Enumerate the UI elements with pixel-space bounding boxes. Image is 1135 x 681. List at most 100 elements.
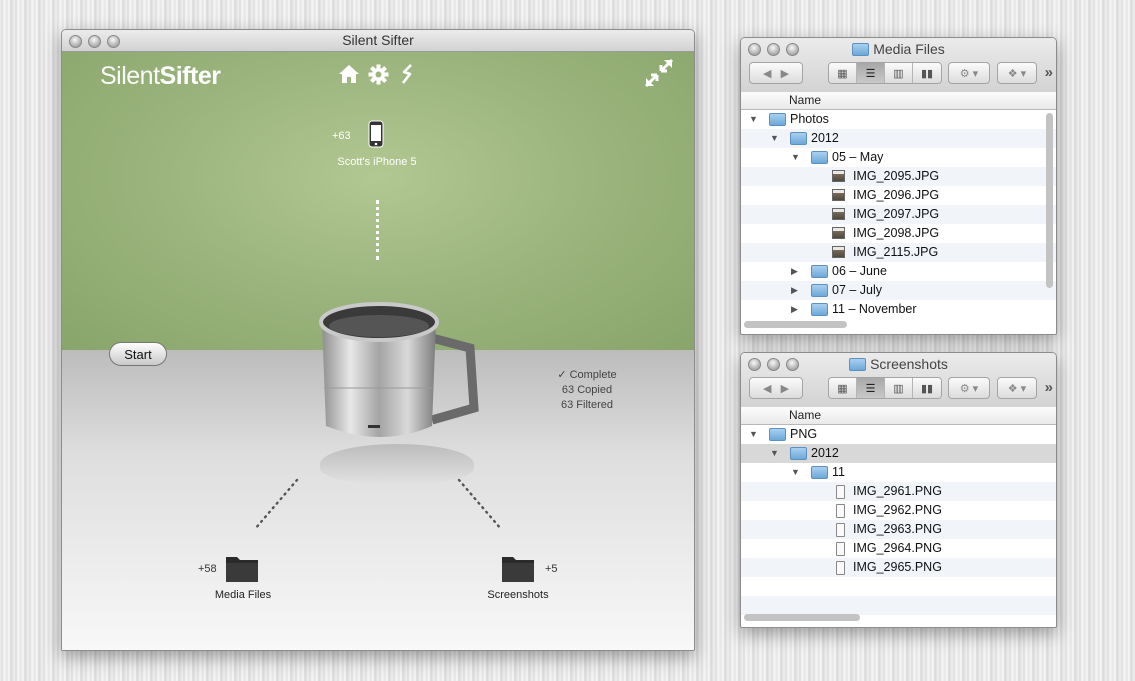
iphone-icon[interactable]: [368, 120, 384, 153]
file-row[interactable]: IMG_2963.PNG: [741, 520, 1056, 539]
empty-row: [741, 577, 1056, 596]
folder-row[interactable]: ▶ 07 – July: [741, 281, 1056, 300]
file-row[interactable]: IMG_2115.JPG: [741, 243, 1056, 262]
screenshots-window: Screenshots ◀ ▶ ▦ ☰ ▥ ▮▮ ⚙ ▾ ❖ ▾ » Name …: [740, 352, 1057, 628]
window-title: Screenshots: [870, 356, 948, 372]
back-forward-button[interactable]: ◀ ▶: [749, 62, 803, 84]
disclosure-closed-icon[interactable]: ▶: [791, 262, 798, 281]
disclosure-open-icon[interactable]: ▼: [749, 425, 758, 444]
file-row[interactable]: IMG_2096.JPG: [741, 186, 1056, 205]
list-view-icon[interactable]: ☰: [857, 378, 885, 398]
file-list: ▼ Photos ▼ 2012 ▼ 05 – May IMG_2095.JPG IMG_209…: [741, 110, 1056, 319]
horizontal-scrollbar[interactable]: [744, 321, 847, 328]
empty-row: [741, 596, 1056, 615]
dropbox-button[interactable]: ❖ ▾: [997, 62, 1037, 84]
jpg-file-icon: [832, 246, 845, 258]
row-label: 07 – July: [832, 283, 883, 297]
start-button[interactable]: Start: [109, 342, 167, 366]
sift-icon[interactable]: [401, 64, 415, 89]
folder-icon: [811, 303, 828, 316]
png-file-icon: [836, 523, 845, 537]
folder-row[interactable]: ▶ 11 – November: [741, 300, 1056, 319]
folder-row[interactable]: ▼ PNG: [741, 425, 1056, 444]
horizontal-scrollbar[interactable]: [744, 614, 860, 621]
file-row[interactable]: IMG_2095.JPG: [741, 167, 1056, 186]
row-label: IMG_2098.JPG: [853, 226, 940, 240]
folder-icon: [852, 43, 870, 56]
name-column-header[interactable]: Name: [741, 407, 1056, 425]
folder-icon[interactable]: [501, 553, 535, 588]
row-label: IMG_2965.PNG: [853, 560, 942, 574]
window-title: Silent Sifter: [342, 32, 414, 48]
zoom-button[interactable]: [107, 35, 120, 48]
disclosure-open-icon[interactable]: ▼: [770, 444, 779, 463]
file-row[interactable]: IMG_2097.JPG: [741, 205, 1056, 224]
folder-row[interactable]: ▼ Photos: [741, 110, 1056, 129]
view-mode-control[interactable]: ▦ ☰ ▥ ▮▮: [828, 377, 942, 399]
media-count: +58: [198, 563, 217, 575]
toolbar-overflow-icon[interactable]: »: [1045, 379, 1053, 396]
coverflow-view-icon[interactable]: ▮▮: [913, 63, 941, 83]
minimize-button[interactable]: [88, 35, 101, 48]
close-button[interactable]: [69, 35, 82, 48]
disclosure-open-icon[interactable]: ▼: [791, 148, 800, 167]
folder-icon[interactable]: [225, 553, 259, 588]
jpg-file-icon: [832, 208, 845, 220]
app-logo: SilentSifter: [100, 62, 221, 90]
gear-icon[interactable]: [368, 64, 389, 90]
disclosure-closed-icon[interactable]: ▶: [791, 300, 798, 319]
row-label: IMG_2962.PNG: [853, 503, 942, 517]
row-label: IMG_2963.PNG: [853, 522, 942, 536]
file-row[interactable]: IMG_2965.PNG: [741, 558, 1056, 577]
column-view-icon[interactable]: ▥: [885, 63, 913, 83]
icon-view-icon[interactable]: ▦: [829, 378, 857, 398]
name-column-header[interactable]: Name: [741, 92, 1056, 110]
disclosure-open-icon[interactable]: ▼: [749, 110, 758, 129]
vertical-scrollbar[interactable]: [1046, 113, 1053, 288]
coverflow-view-icon[interactable]: ▮▮: [913, 378, 941, 398]
row-label: IMG_2115.JPG: [853, 245, 939, 259]
dropbox-button[interactable]: ❖ ▾: [997, 377, 1037, 399]
folder-row[interactable]: ▼ 2012: [741, 444, 1056, 463]
folder-row[interactable]: ▼ 05 – May: [741, 148, 1056, 167]
folder-icon: [790, 132, 807, 145]
row-label: 11 – November: [832, 302, 917, 316]
window-titlebar[interactable]: Silent Sifter: [62, 30, 694, 52]
list-view-icon[interactable]: ☰: [857, 63, 885, 83]
status-complete: ✓ Complete: [557, 369, 617, 381]
row-label: IMG_2964.PNG: [853, 541, 942, 555]
folder-icon: [769, 113, 786, 126]
row-label: 11: [832, 465, 845, 479]
folder-row[interactable]: ▶ 06 – June: [741, 262, 1056, 281]
back-forward-button[interactable]: ◀ ▶: [749, 377, 803, 399]
icon-view-icon[interactable]: ▦: [829, 63, 857, 83]
jpg-file-icon: [832, 170, 845, 182]
view-mode-control[interactable]: ▦ ☰ ▥ ▮▮: [828, 62, 942, 84]
window-title: Media Files: [873, 41, 945, 57]
disclosure-open-icon[interactable]: ▼: [791, 463, 800, 482]
row-label: 2012: [811, 446, 839, 460]
folder-icon: [769, 428, 786, 441]
folder-icon: [811, 151, 828, 164]
column-view-icon[interactable]: ▥: [885, 378, 913, 398]
toolbar-overflow-icon[interactable]: »: [1045, 64, 1053, 81]
jpg-file-icon: [832, 227, 845, 239]
file-row[interactable]: IMG_2961.PNG: [741, 482, 1056, 501]
folder-row[interactable]: ▼ 2012: [741, 129, 1056, 148]
disclosure-closed-icon[interactable]: ▶: [791, 281, 798, 300]
action-gear-button[interactable]: ⚙ ▾: [948, 62, 990, 84]
status-filtered: 63 Filtered: [561, 399, 613, 411]
sifter-canvas: SilentSifter +63 Scott's iPhone 5 Start …: [62, 52, 694, 650]
file-row[interactable]: IMG_2964.PNG: [741, 539, 1056, 558]
home-icon[interactable]: [338, 64, 360, 89]
screenshots-label: Screenshots: [487, 589, 549, 601]
file-row[interactable]: IMG_2962.PNG: [741, 501, 1056, 520]
disclosure-open-icon[interactable]: ▼: [770, 129, 779, 148]
file-row[interactable]: IMG_2098.JPG: [741, 224, 1056, 243]
folder-row[interactable]: ▼ 11: [741, 463, 1056, 482]
folder-icon: [811, 466, 828, 479]
fullscreen-icon[interactable]: [644, 58, 674, 93]
folder-icon: [811, 284, 828, 297]
action-gear-button[interactable]: ⚙ ▾: [948, 377, 990, 399]
row-label: IMG_2096.JPG: [853, 188, 940, 202]
